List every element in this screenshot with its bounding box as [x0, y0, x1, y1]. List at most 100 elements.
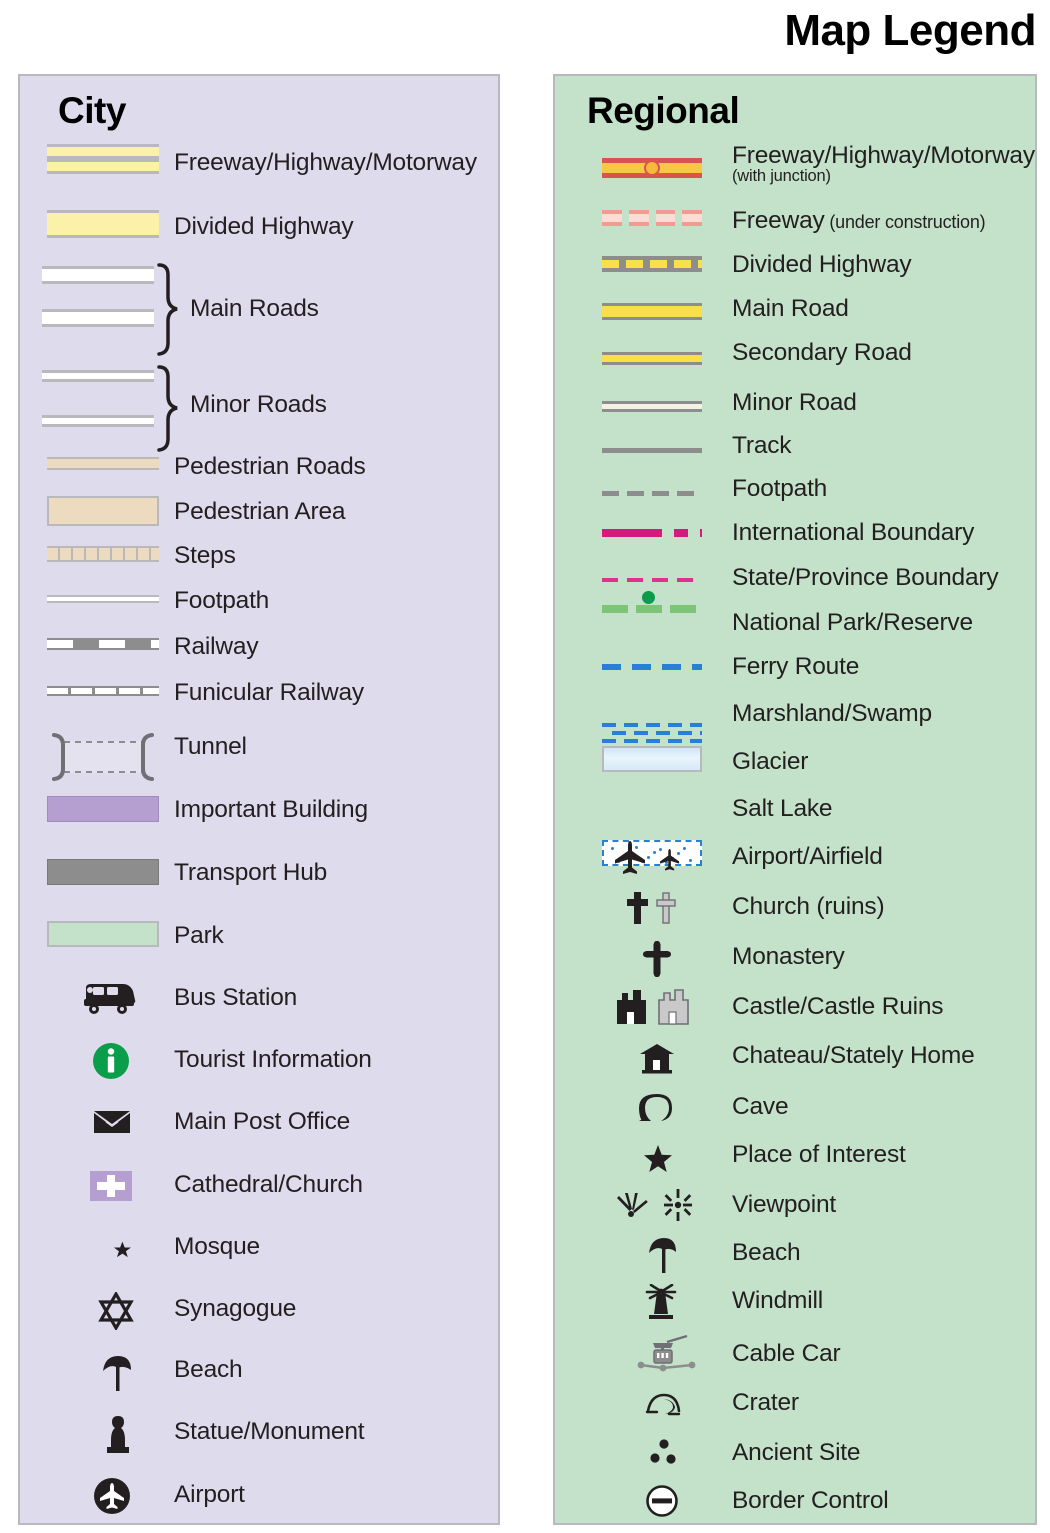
- ancient-site-dots-icon: [649, 1439, 679, 1470]
- legend-label: Mosque: [174, 1233, 260, 1260]
- marshland-symbol: [602, 723, 702, 747]
- steps-symbol: [47, 546, 159, 562]
- legend-label-text: Freeway: [732, 207, 825, 234]
- legend-label: Glacier: [732, 748, 809, 775]
- beach-umbrella-icon: [100, 1354, 134, 1397]
- legend-label: National Park/Reserve: [732, 609, 973, 636]
- divided-highway-yellow-symbol: [47, 210, 159, 238]
- legend-label: Border Control: [732, 1487, 889, 1514]
- legend-label: Windmill: [732, 1287, 823, 1314]
- legend-label: Steps: [174, 542, 236, 569]
- legend-label: Main Roads: [190, 295, 319, 322]
- main-roads-white-pair-symbol: [42, 266, 154, 327]
- city-legend-panel: City Freeway/Highway/Motorway Divided Hi…: [18, 74, 500, 1525]
- legend-label: Beach: [174, 1356, 243, 1383]
- pedestrian-area-symbol: [47, 496, 159, 526]
- legend-label: Pedestrian Area: [174, 498, 346, 525]
- legend-label-text: Freeway/Highway/Motorway: [732, 142, 1035, 169]
- legend-label: Secondary Road: [732, 339, 912, 366]
- legend-label: Minor Roads: [190, 391, 327, 418]
- secondary-road-symbol: [602, 352, 702, 365]
- castle-pair-icon: [615, 988, 699, 1031]
- cave-icon: [639, 1092, 677, 1129]
- important-building-symbol: [47, 796, 159, 822]
- viewpoint-pair-icon: [615, 1189, 701, 1226]
- international-boundary-symbol: [602, 529, 702, 537]
- star-icon: [643, 1144, 673, 1179]
- tourist-information-icon: [91, 1041, 131, 1086]
- legend-label: Railway: [174, 633, 259, 660]
- airport-circle-icon: [92, 1476, 132, 1521]
- legend-label: Divided Highway: [174, 213, 354, 240]
- pedestrian-road-symbol: [47, 457, 159, 470]
- legend-label: Divided Highway: [732, 251, 912, 278]
- national-park-symbol: [602, 591, 702, 613]
- legend-label: Cable Car: [732, 1340, 841, 1367]
- regional-panel-heading: Regional: [587, 90, 740, 131]
- cross-pair-icon: [625, 891, 687, 930]
- legend-label: Minor Road: [732, 389, 857, 416]
- legend-inline-note: (under construction): [829, 212, 986, 232]
- legend-label: Crater: [732, 1389, 799, 1416]
- legend-label: Place of Interest: [732, 1141, 906, 1168]
- track-symbol: [602, 448, 702, 453]
- beach-umbrella-icon: [647, 1236, 679, 1279]
- legend-sublabel: (with junction): [732, 167, 831, 185]
- railway-symbol: [47, 638, 159, 650]
- regional-legend-panel: Regional Freeway/Highway/Motorway (with …: [553, 74, 1037, 1525]
- legend-label: Cathedral/Church: [174, 1171, 363, 1198]
- star-and-crescent-icon: [97, 1231, 133, 1272]
- legend-label: Statue/Monument: [174, 1418, 365, 1445]
- monastery-cross-icon: [641, 940, 673, 982]
- bus-icon: [82, 982, 136, 1021]
- legend-label: International Boundary: [732, 519, 975, 546]
- airplane-pair-icon: [613, 840, 691, 879]
- legend-label: Monastery: [732, 943, 845, 970]
- legend-label: Chateau/Stately Home: [732, 1042, 975, 1069]
- legend-label: Freeway/Highway/Motorway: [174, 149, 477, 176]
- crater-icon: [645, 1391, 681, 1422]
- legend-label: Main Post Office: [174, 1108, 351, 1135]
- legend-label: Bus Station: [174, 984, 298, 1011]
- footpath-symbol: [602, 491, 702, 496]
- legend-label: Pedestrian Roads: [174, 453, 366, 480]
- funicular-railway-symbol: [47, 686, 159, 696]
- legend-label: Viewpoint: [732, 1191, 836, 1218]
- main-road-symbol: [602, 303, 702, 320]
- main-roads-brace-icon: [157, 263, 178, 356]
- legend-label: Important Building: [174, 796, 368, 823]
- transport-hub-symbol: [47, 859, 159, 885]
- freeway-under-construction-symbol: [602, 210, 702, 226]
- minor-roads-brace-icon: [157, 365, 178, 452]
- legend-label: Funicular Railway: [174, 679, 364, 706]
- windmill-icon: [641, 1283, 681, 1325]
- legend-label: Synagogue: [174, 1295, 297, 1322]
- minor-roads-white-pair-symbol: [42, 370, 154, 427]
- legend-label: Freeway (under construction): [732, 207, 986, 235]
- legend-label: Main Road: [732, 295, 849, 322]
- chateau-icon: [639, 1042, 675, 1079]
- legend-label: Beach: [732, 1239, 801, 1266]
- legend-label: Salt Lake: [732, 795, 833, 822]
- ferry-route-symbol: [602, 664, 702, 670]
- freeway-red-junction-symbol: [602, 158, 702, 178]
- divided-highway-symbol: [602, 256, 702, 272]
- legend-label: Ferry Route: [732, 653, 860, 680]
- page-title: Map Legend: [784, 6, 1036, 55]
- legend-label: Ancient Site: [732, 1439, 861, 1466]
- city-panel-heading: City: [58, 90, 126, 131]
- legend-label: Airport/Airfield: [732, 843, 883, 870]
- border-control-icon: [645, 1484, 679, 1523]
- cable-car-icon: [637, 1334, 697, 1383]
- legend-label: Tourist Information: [174, 1046, 372, 1073]
- legend-label: Footpath: [174, 587, 270, 614]
- envelope-icon: [93, 1109, 131, 1140]
- tunnel-symbol: [44, 731, 162, 783]
- legend-label: Tunnel: [174, 733, 247, 760]
- legend-label: Marshland/Swamp: [732, 700, 932, 727]
- freeway-double-yellow-symbol: [47, 144, 159, 174]
- state-boundary-symbol: [602, 578, 702, 582]
- legend-label: Airport: [174, 1481, 245, 1508]
- glacier-symbol: [602, 746, 702, 772]
- star-of-david-icon: [97, 1290, 135, 1335]
